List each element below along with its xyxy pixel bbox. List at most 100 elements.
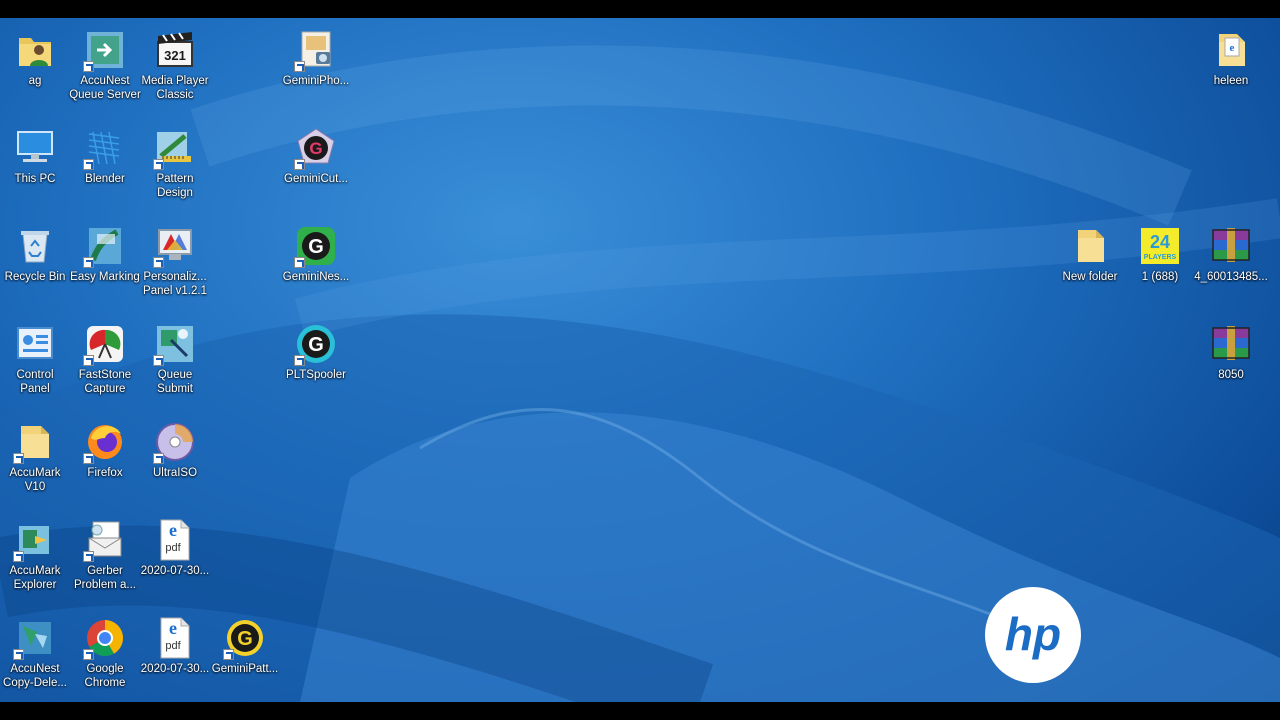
control-panel-icon [13, 322, 57, 366]
pdf-text: pdf [165, 542, 181, 554]
recycle-bin-icon [13, 224, 57, 268]
icon-pltspooler[interactable]: G PLTSpooler [279, 316, 353, 382]
shortcut-arrow-icon [153, 355, 164, 366]
icon-label: AccuMark Explorer [9, 565, 61, 591]
icon-pdf-2020-07-30-b[interactable]: e pdf 2020-07-30... [138, 610, 212, 676]
icon-label: Firefox [87, 467, 123, 479]
shortcut-arrow-icon [83, 61, 94, 72]
winrar-archive-icon [1209, 224, 1253, 268]
queue-submit-icon [153, 322, 197, 366]
shortcut-arrow-icon [83, 159, 94, 170]
icon-blender[interactable]: Blender [68, 120, 142, 186]
icon-label: GeminiPho... [282, 75, 350, 87]
icon-easy-marking[interactable]: Easy Marking [68, 218, 142, 284]
icon-ultraiso[interactable]: UltraISO [138, 414, 212, 480]
shortcut-arrow-icon [13, 453, 24, 464]
pdf-file-icon: e pdf [153, 616, 197, 660]
icon-media-player-classic[interactable]: 321 Media Player Classic [138, 22, 212, 102]
mpc-digits: 321 [164, 48, 186, 63]
gemini-cut-icon: G [294, 126, 338, 170]
icon-label: Google Chrome [84, 663, 126, 689]
icon-label: AccuMark V10 [9, 467, 61, 493]
icon-8050[interactable]: 8050 [1194, 316, 1268, 382]
disc-icon [153, 420, 197, 464]
icon-label: Queue Submit [157, 369, 193, 395]
icon-label: 8050 [1218, 369, 1244, 381]
icon-label: Easy Marking [70, 271, 140, 283]
svg-text:G: G [308, 334, 324, 356]
icon-this-pc[interactable]: This PC [0, 120, 72, 186]
icon-label: Pattern Design [156, 173, 194, 199]
icon-label: Gerber Problem a... [74, 565, 136, 591]
icon-ag[interactable]: ag [0, 22, 72, 88]
icon-label: PLTSpooler [286, 369, 346, 381]
faststone-icon [83, 322, 127, 366]
icon-label: Media Player Classic [141, 75, 209, 101]
icon-geminicut[interactable]: G GeminiCut... [279, 120, 353, 186]
accumark-explorer-icon [13, 518, 57, 562]
svg-text:G: G [237, 628, 253, 650]
icon-label: 4_60013485... [1194, 271, 1268, 283]
icon-label: FastStone Capture [78, 369, 132, 395]
svg-text:G: G [308, 236, 324, 258]
shortcut-arrow-icon [83, 649, 94, 660]
icon-recycle-bin[interactable]: Recycle Bin [0, 218, 72, 284]
icon-gerber-problem[interactable]: Gerber Problem a... [68, 512, 142, 592]
icon-new-folder[interactable]: New folder [1053, 218, 1127, 284]
gemini-pattern-icon: G [223, 616, 267, 660]
accunest-icon [13, 616, 57, 660]
icon-label: ag [28, 75, 42, 87]
hp-logo: hp [985, 587, 1081, 683]
icon-accunest-queue-server[interactable]: AccuNest Queue Server [68, 22, 142, 102]
shortcut-arrow-icon [153, 257, 164, 268]
accunest-queue-icon [83, 28, 127, 72]
icon-label: Blender [85, 173, 125, 185]
user-folder-icon [13, 28, 57, 72]
shortcut-arrow-icon [294, 61, 305, 72]
icon-label: 2020-07-30... [140, 663, 210, 675]
icon-label: AccuNest Queue Server [69, 75, 141, 101]
icon-heleen[interactable]: e heleen [1194, 22, 1268, 88]
icon-queue-submit[interactable]: Queue Submit [138, 316, 212, 396]
icon-label: UltraISO [152, 467, 198, 479]
shortcut-arrow-icon [83, 453, 94, 464]
desktop[interactable]: ag This PC Recycle Bin Control Panel Acc… [0, 18, 1280, 702]
badge-24: 24 [1150, 232, 1170, 252]
display-color-icon [153, 224, 197, 268]
icon-label: GeminiPatt... [211, 663, 279, 675]
easy-marking-icon [83, 224, 127, 268]
shortcut-arrow-icon [83, 355, 94, 366]
icon-accumark-v10[interactable]: AccuMark V10 [0, 414, 72, 494]
icon-faststone[interactable]: FastStone Capture [68, 316, 142, 396]
icon-label: 2020-07-30... [140, 565, 210, 577]
shortcut-arrow-icon [13, 551, 24, 562]
shortcut-arrow-icon [13, 649, 24, 660]
icon-control-panel[interactable]: Control Panel [0, 316, 72, 396]
blender-icon [83, 126, 127, 170]
icon-geminipho[interactable]: GeminiPho... [279, 22, 353, 88]
icon-google-chrome[interactable]: Google Chrome [68, 610, 142, 690]
icon-label: Personaliz... Panel v1.2.1 [143, 271, 207, 297]
icon-personaliz-panel[interactable]: Personaliz... Panel v1.2.1 [138, 218, 212, 298]
icon-geminipatt[interactable]: G GeminiPatt... [208, 610, 282, 676]
icon-pdf-2020-07-30-a[interactable]: e pdf 2020-07-30... [138, 512, 212, 578]
plt-spooler-icon: G [294, 322, 338, 366]
shortcut-arrow-icon [294, 257, 305, 268]
hp-logo-text: hp [1005, 608, 1061, 660]
icon-accumark-explorer[interactable]: AccuMark Explorer [0, 512, 72, 592]
icon-pattern-design[interactable]: Pattern Design [138, 120, 212, 200]
icon-4-60013485[interactable]: 4_60013485... [1194, 218, 1268, 284]
svg-text:e: e [1230, 42, 1235, 54]
icon-gemininest[interactable]: G GeminiNes... [279, 218, 353, 284]
icon-firefox[interactable]: Firefox [68, 414, 142, 480]
pdf-text: pdf [165, 640, 181, 652]
gemini-photo-icon [294, 28, 338, 72]
shortcut-arrow-icon [294, 355, 305, 366]
gemini-nest-icon: G [294, 224, 338, 268]
shortcut-arrow-icon [153, 453, 164, 464]
icon-label: This PC [14, 173, 56, 185]
icon-accunest-copy[interactable]: AccuNest Copy-Dele... [0, 610, 72, 690]
folder-icon [1068, 224, 1112, 268]
icon-1-688[interactable]: 24 PLAYERS 1 (688) [1123, 218, 1197, 284]
icon-label: AccuNest Copy-Dele... [3, 663, 67, 689]
